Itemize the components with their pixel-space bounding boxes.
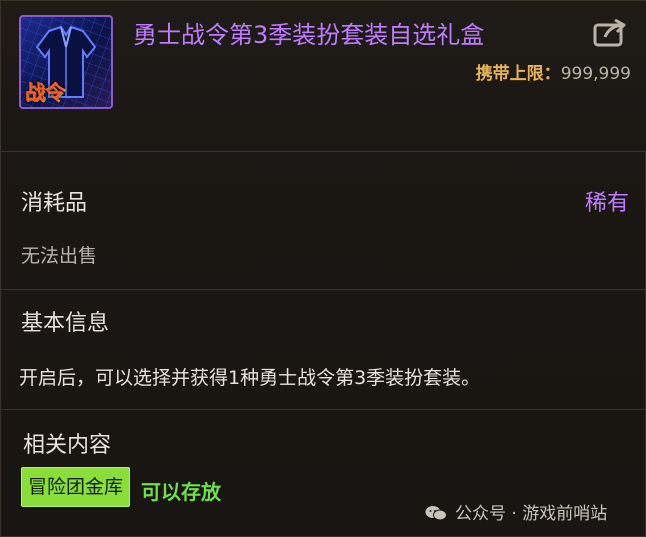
tooltip-header: 战令 勇士战令第3季装扮套装自选礼盒 携带上限：999,999 xyxy=(1,1,646,151)
item-category: 消耗品 xyxy=(21,191,88,216)
watermark: 公众号 · 游戏前哨站 xyxy=(425,499,607,524)
carry-limit: 携带上限：999,999 xyxy=(476,59,631,84)
share-external-icon[interactable] xyxy=(591,17,629,49)
header-divider xyxy=(1,151,646,152)
item-title: 勇士战令第3季装扮套装自选礼盒 xyxy=(133,21,485,49)
related-content-title: 相关内容 xyxy=(23,433,112,458)
adventure-vault-button[interactable]: 冒险团金库 xyxy=(21,467,131,507)
item-rarity: 稀有 xyxy=(584,191,629,216)
section-divider xyxy=(1,409,646,410)
storage-status: 可以存放 xyxy=(141,480,221,504)
section-divider xyxy=(1,289,646,290)
watermark-text: 公众号 · 游戏前哨站 xyxy=(455,504,608,524)
wechat-icon xyxy=(425,506,447,521)
icon-badge-text: 战令 xyxy=(25,80,65,104)
item-tooltip: 战令 勇士战令第3季装扮套装自选礼盒 携带上限：999,999 消耗品 稀有 无… xyxy=(0,0,646,537)
sell-status: 无法出售 xyxy=(21,245,98,267)
basic-info-title: 基本信息 xyxy=(21,311,110,336)
carry-limit-value: 999,999 xyxy=(560,64,631,84)
item-description: 开启后，可以选择并获得1种勇士战令第3季装扮套装。 xyxy=(19,367,481,389)
armor-outfit-icon: 战令 xyxy=(19,15,113,109)
carry-limit-label: 携带上限： xyxy=(475,64,561,84)
